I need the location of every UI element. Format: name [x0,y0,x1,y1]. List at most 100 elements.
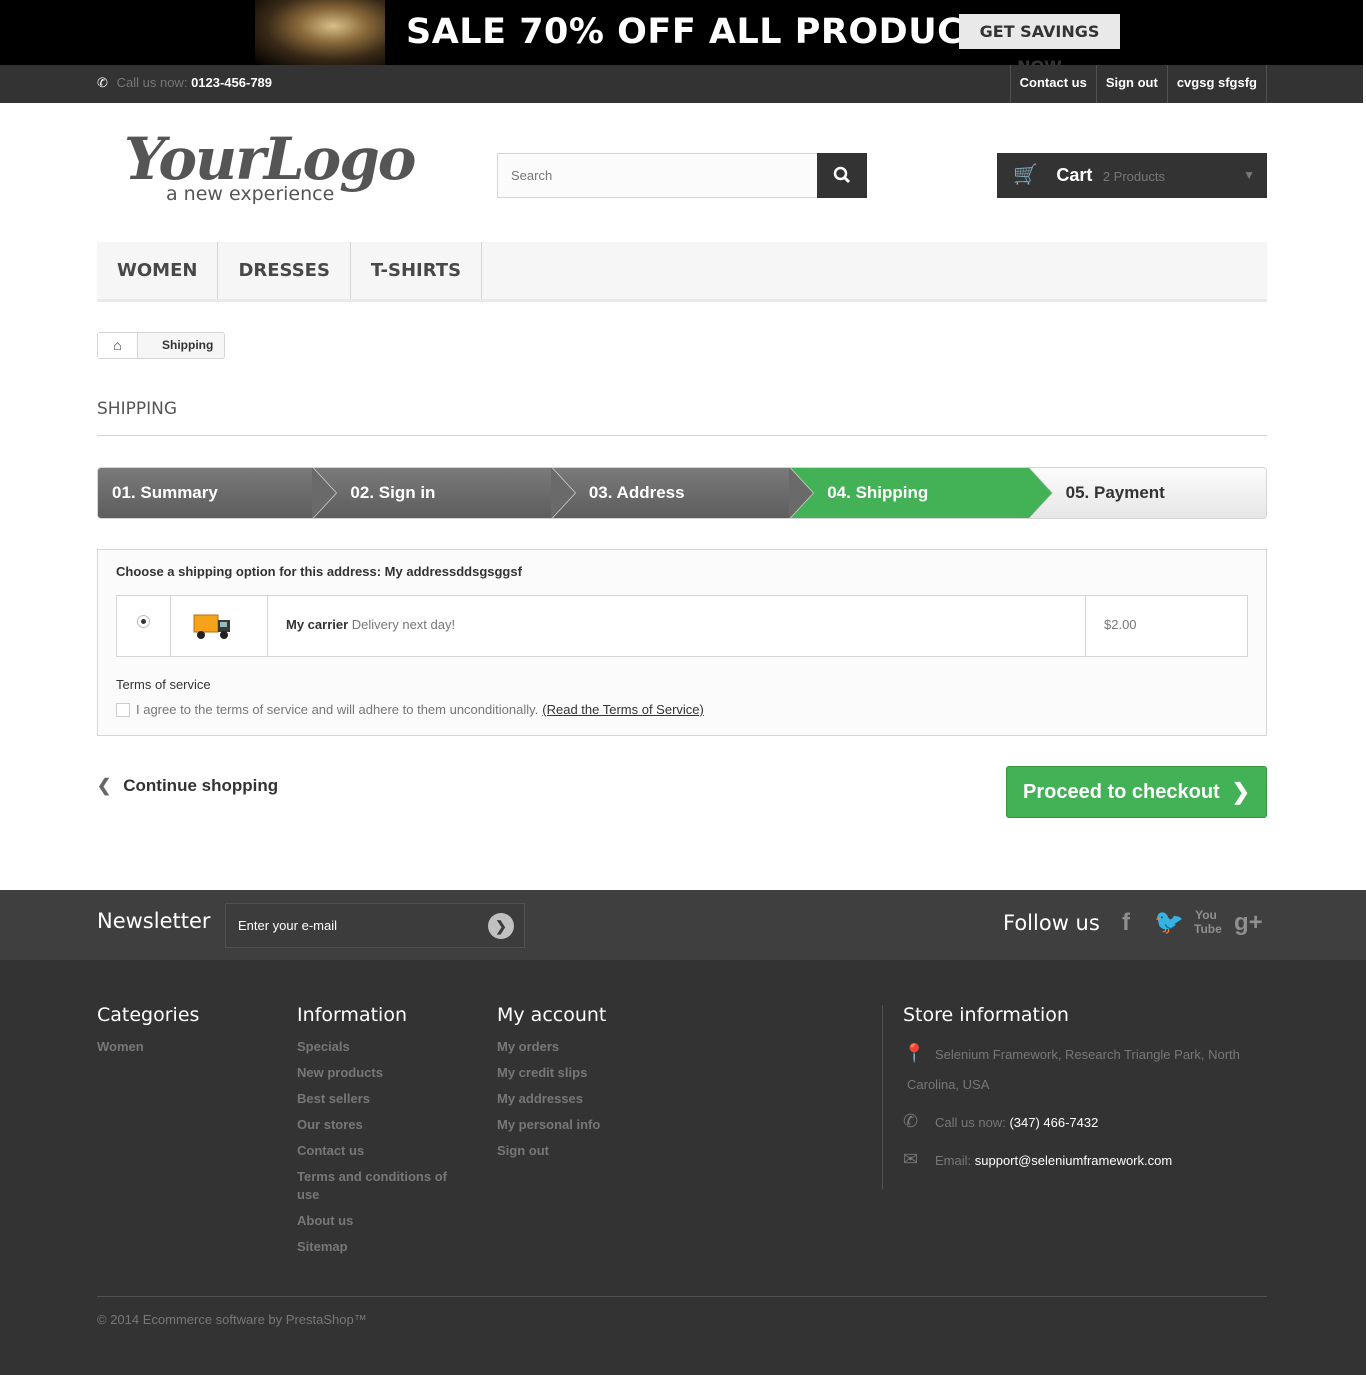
terms-checkbox[interactable] [116,702,130,717]
footer-link[interactable]: Specials [297,1038,457,1056]
newsletter-email-input[interactable]: Enter your e-mail ❯ [225,903,525,948]
footer-link[interactable]: My credit slips [497,1064,606,1082]
facebook-icon[interactable]: f [1114,908,1138,938]
footer-link[interactable]: Our stores [297,1116,457,1134]
store-address-1: Selenium Framework, Research Triangle Pa… [935,1047,1240,1062]
footer-link[interactable]: Sitemap [297,1238,457,1256]
footer-link[interactable]: Contact us [297,1142,457,1160]
search-icon [833,166,851,184]
sign-out-link[interactable]: Sign out [1095,65,1167,103]
store-email-label: Email: [935,1153,972,1168]
copyright: © 2014 Ecommerce software by PrestaShop™ [97,1312,367,1327]
contact-us-link[interactable]: Contact us [1009,65,1096,103]
cart-icon: 🛒 [1013,164,1038,186]
step-payment: 05. Payment [1027,468,1266,518]
footer-link[interactable]: My orders [497,1038,606,1056]
youtube-icon[interactable]: You Tube [1194,908,1222,938]
store-address-2: Carolina, USA [907,1077,990,1092]
site-logo[interactable]: YourLogo a new experience [124,125,416,209]
terms-row: I agree to the terms of service and will… [116,702,1248,717]
menu-item-dresses[interactable]: DRESSES [218,242,351,299]
main-menu: WOMEN DRESSES T-SHIRTS [97,242,1267,302]
step-sign-in[interactable]: 02. Sign in [312,468,576,518]
chevron-down-icon: ▼ [1243,168,1255,182]
carrier-radio[interactable] [117,596,171,656]
carrier-price: $2.00 [1104,617,1137,632]
footer-link[interactable]: About us [297,1212,457,1230]
store-email: ✉ Email: support@seleniumframework.com [903,1144,1267,1176]
store-phone: ✆ Call us now: (347) 466-7432 [903,1106,1267,1138]
step-label: 01. Summary [112,483,218,502]
chevron-right-icon: ❯ [1231,779,1250,804]
top-nav: ✆ Call us now: 0123-456-789 Contact us S… [0,65,1366,103]
footer-store: Store information 📍 Selenium Framework, R… [903,1004,1267,1176]
step-summary[interactable]: 01. Summary [98,468,338,518]
footer-account: My account My orders My credit slips My … [497,1004,606,1168]
envelope-icon: ✉ [903,1149,919,1169]
proceed-label: Proceed to checkout [1023,781,1220,803]
newsletter-submit-icon[interactable]: ❯ [488,913,514,939]
checkout-steps: 01. Summary 02. Sign in 03. Address 04. … [97,467,1267,519]
cart-button[interactable]: 🛒 Cart 2 Products ▼ [997,153,1267,198]
checkout-actions: ❮ Continue shopping Proceed to checkout ❯ [97,766,1267,818]
page-title: SHIPPING [97,399,1267,436]
call-us: ✆ Call us now: 0123-456-789 [97,75,272,91]
terms-link[interactable]: (Read the Terms of Service) [542,702,704,717]
footer-account-title: My account [497,1004,607,1026]
newsletter-bar: Newsletter Enter your e-mail ❯ Follow us… [0,890,1366,960]
copyright-divider [97,1296,1267,1297]
newsletter-title: Newsletter [97,909,211,933]
get-savings-button[interactable]: GET SAVINGS NOW [959,14,1120,65]
step-label: 02. Sign in [350,483,436,502]
promo-banner[interactable]: SALE 70% OFF ALL PRODUCTS GET SAVINGS NO… [0,0,1366,65]
footer-link[interactable]: Sign out [497,1142,606,1160]
menu-item-women[interactable]: WOMEN [97,242,219,299]
footer-divider [882,1005,883,1190]
account-link[interactable]: cvgsg sfgsfg [1166,65,1267,103]
footer-link[interactable]: Women [97,1038,199,1056]
continue-shopping-button[interactable]: ❮ Continue shopping [97,776,278,796]
call-phone: 0123-456-789 [191,75,273,90]
search-button[interactable] [817,153,867,198]
map-marker-icon: 📍 [903,1043,926,1063]
header: YourLogo a new experience Search 🛒 Cart … [0,103,1366,242]
footer-information: Information Specials New products Best s… [297,1004,457,1264]
terms-text: I agree to the terms of service and will… [136,702,539,717]
footer-categories-title: Categories [97,1004,200,1026]
terms-title: Terms of service [116,677,211,692]
footer-link[interactable]: Terms and conditions of use [297,1168,457,1204]
step-label: 04. Shipping [827,483,929,502]
carrier-delay: Delivery next day! [351,617,456,632]
footer-link[interactable]: New products [297,1064,457,1082]
footer-information-title: Information [297,1004,407,1026]
cart-label: Cart [1056,165,1093,185]
footer-link[interactable]: My addresses [497,1090,606,1108]
store-email-address[interactable]: support@seleniumframework.com [975,1153,1172,1168]
phone-icon: ✆ [97,75,108,90]
banner-text: SALE 70% OFF ALL PRODUCTS [406,12,1014,52]
footer-link[interactable]: Best sellers [297,1090,457,1108]
home-icon[interactable]: ⌂ [98,333,138,358]
proceed-to-checkout-button[interactable]: Proceed to checkout ❯ [1006,766,1267,818]
menu-item-tshirts[interactable]: T-SHIRTS [351,242,483,299]
chevron-left-icon: ❮ [97,776,112,795]
follow-us-title: Follow us [1003,911,1100,935]
store-address: 📍 Selenium Framework, Research Triangle P… [903,1038,1267,1100]
shipping-title: Choose a shipping option for this addres… [116,564,522,579]
step-address[interactable]: 03. Address [550,468,815,518]
cart-count: 2 Products [1102,169,1165,184]
store-phone-number: (347) 466-7432 [1009,1115,1099,1130]
breadcrumb-current: Shipping [162,338,214,352]
social-links: f 🐦 You Tube g+ [1114,908,1263,938]
twitter-icon[interactable]: 🐦 [1154,908,1184,938]
newsletter-placeholder: Enter your e-mail [238,918,337,933]
search-input[interactable]: Search [497,153,817,198]
search-bar: Search [497,153,867,198]
carrier-option[interactable]: My carrier Delivery next day! $2.00 [116,595,1248,657]
google-plus-icon[interactable]: g+ [1234,908,1263,938]
top-links: Contact us Sign out cvgsg sfgsfg [1009,65,1267,103]
footer-link[interactable]: My personal info [497,1116,606,1134]
logo-sub: a new experience [166,183,335,205]
banner-model-image [255,0,385,65]
phone-icon: ✆ [903,1111,919,1131]
